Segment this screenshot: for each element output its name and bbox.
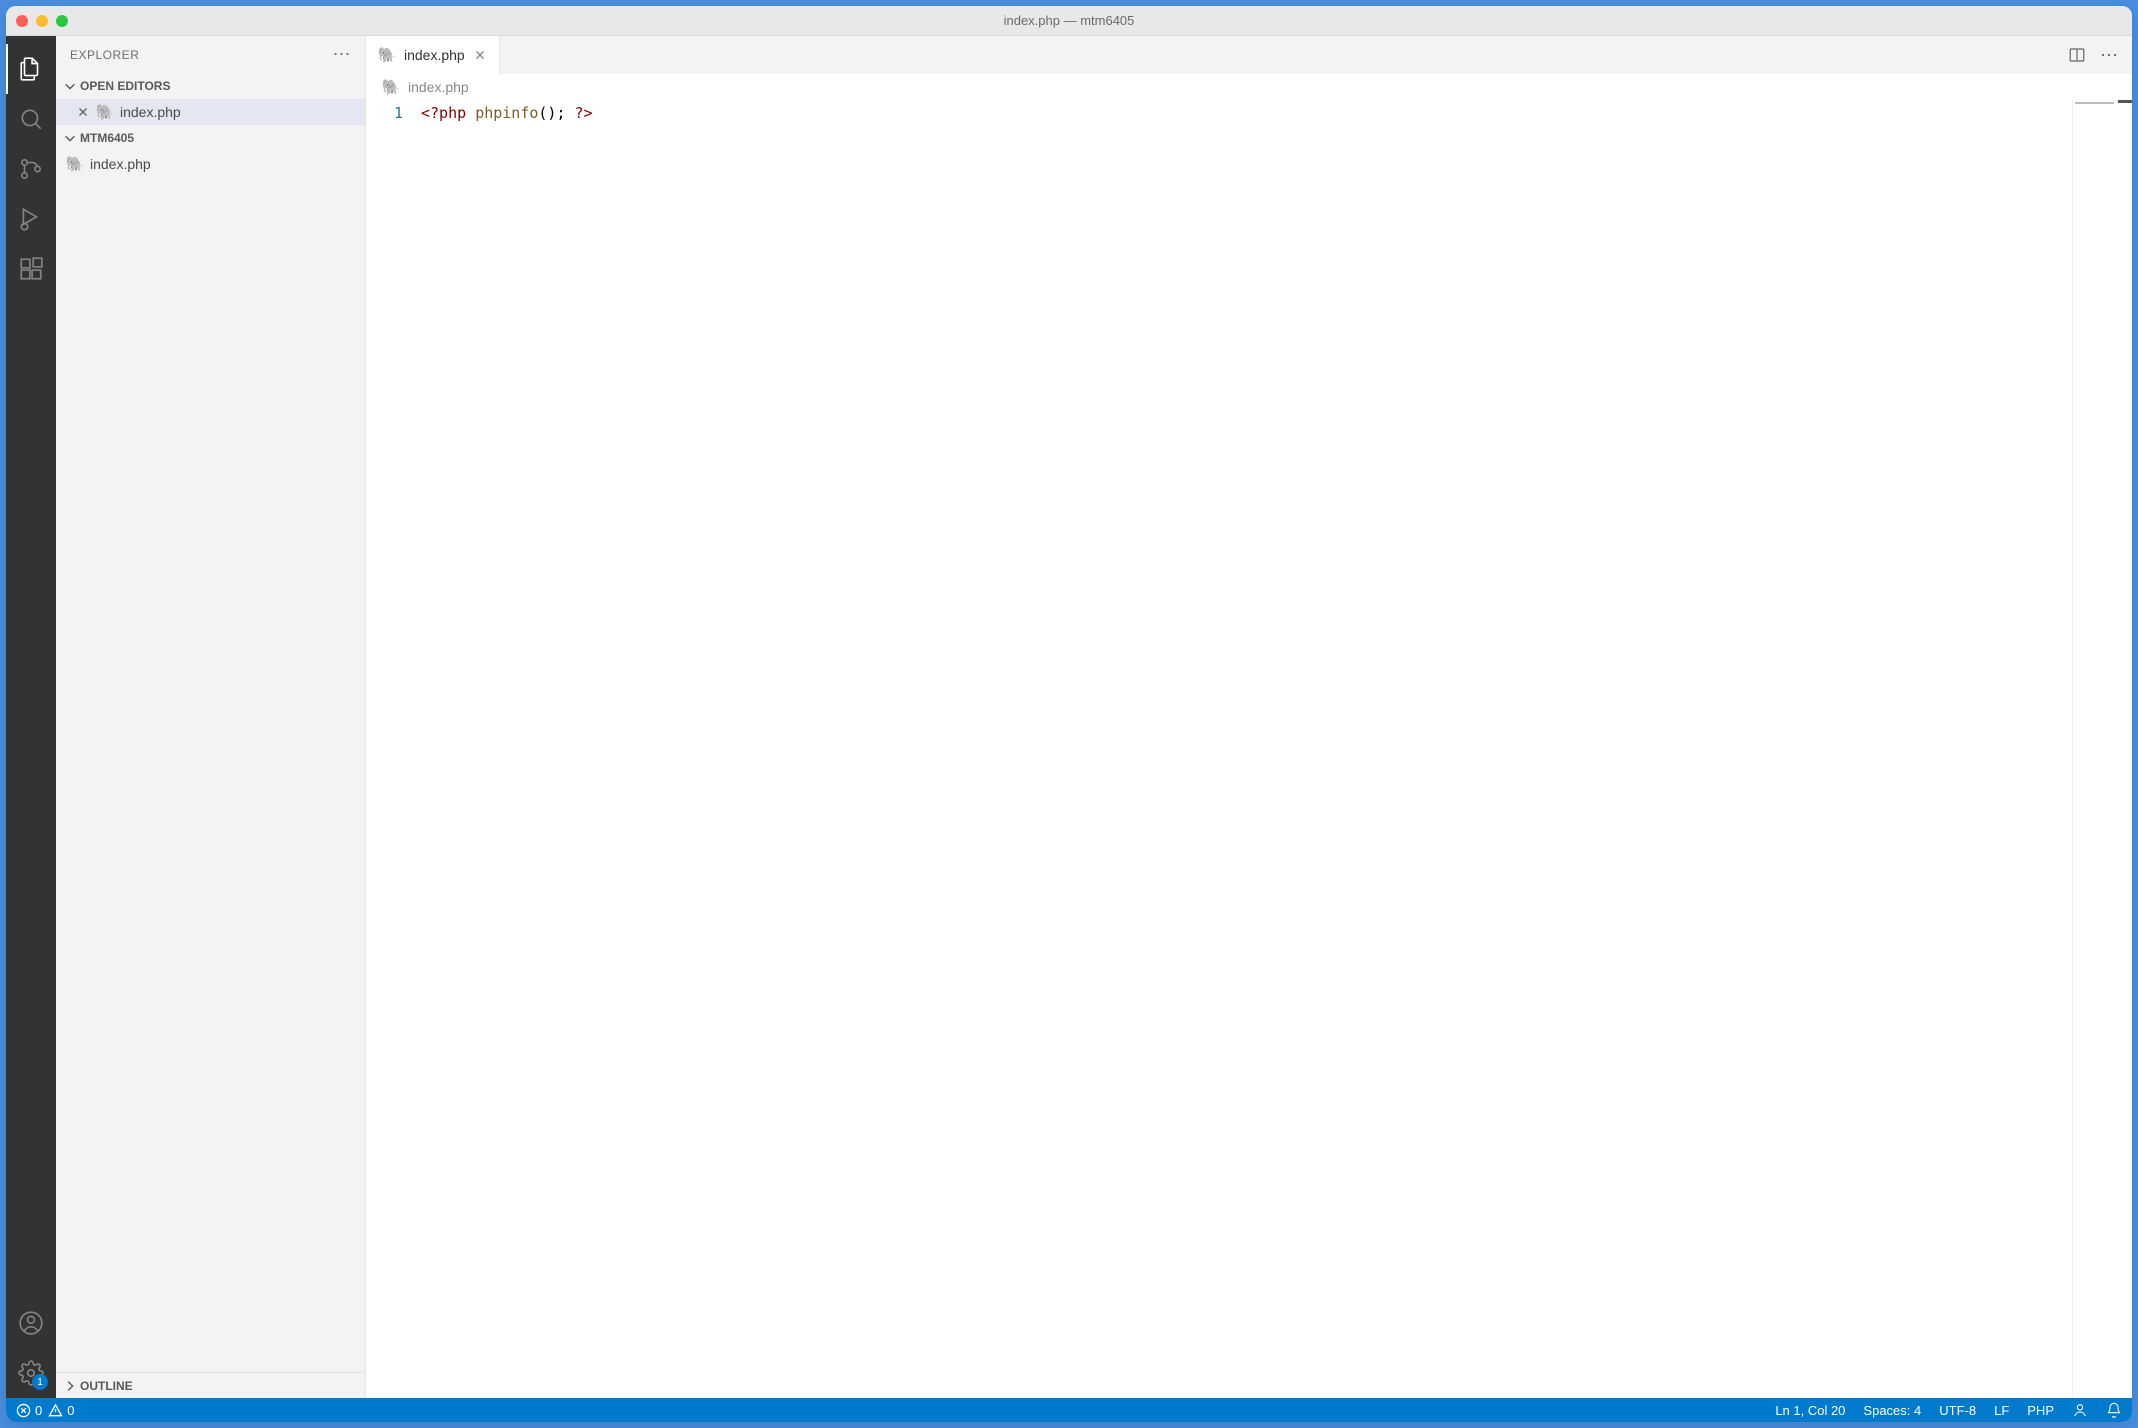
editor-more-button[interactable]: ⋯ <box>2100 45 2118 66</box>
statusbar: 0 0 Ln 1, Col 20 Spaces: 4 UTF-8 LF PHP <box>6 1398 2132 1422</box>
outline-header[interactable]: OUTLINE <box>56 1372 365 1398</box>
extensions-icon <box>18 256 44 282</box>
errors-count: 0 <box>35 1403 42 1418</box>
search-icon <box>18 106 44 132</box>
status-spaces[interactable]: Spaces: 4 <box>1863 1403 1921 1418</box>
workspace-header[interactable]: MTM6405 <box>56 125 365 151</box>
activity-source-control[interactable] <box>6 144 56 194</box>
close-window-button[interactable] <box>16 15 28 27</box>
close-editor-button[interactable] <box>76 105 90 119</box>
settings-badge: 1 <box>32 1374 48 1390</box>
feedback-icon <box>2072 1402 2088 1418</box>
source-control-icon <box>18 156 44 182</box>
tab-index-php[interactable]: 🐘 index.php <box>366 36 500 74</box>
overview-ruler-mark <box>2118 100 2132 103</box>
open-editors-label: OPEN EDITORS <box>80 79 170 93</box>
maximize-window-button[interactable] <box>56 15 68 27</box>
split-editor-button[interactable] <box>2068 46 2086 64</box>
status-cursor[interactable]: Ln 1, Col 20 <box>1775 1403 1845 1418</box>
editor-area: 🐘 index.php ⋯ 🐘 index.php <box>366 36 2132 1398</box>
editor-actions: ⋯ <box>2054 36 2132 74</box>
status-eol[interactable]: LF <box>1994 1403 2009 1418</box>
minimize-window-button[interactable] <box>36 15 48 27</box>
open-editor-item[interactable]: 🐘 index.php <box>56 99 365 125</box>
php-file-icon: 🐘 <box>382 81 400 93</box>
account-icon <box>18 1310 44 1336</box>
sidebar-more-button[interactable]: ⋯ <box>333 44 352 65</box>
warning-icon <box>48 1403 63 1418</box>
breadcrumb-item[interactable]: index.php <box>408 79 469 95</box>
tab-label: index.php <box>404 47 465 63</box>
workbench: 1 EXPLORER ⋯ OPEN EDITORS 🐘 index.php <box>6 36 2132 1398</box>
activity-explorer[interactable] <box>6 44 56 94</box>
line-number: 1 <box>366 102 403 124</box>
status-problems[interactable]: 0 0 <box>16 1403 74 1418</box>
activity-search[interactable] <box>6 94 56 144</box>
activity-extensions[interactable] <box>6 244 56 294</box>
tab-close-button[interactable] <box>473 48 487 62</box>
error-icon <box>16 1403 31 1418</box>
line-gutter: 1 <box>366 100 421 1398</box>
php-file-icon: 🐘 <box>378 49 396 61</box>
php-close-tag: ?> <box>575 104 593 122</box>
minimap[interactable] <box>2072 100 2132 1398</box>
warnings-count: 0 <box>67 1403 74 1418</box>
outline-label: OUTLINE <box>80 1379 133 1393</box>
status-notifications-button[interactable] <box>2106 1402 2122 1418</box>
php-open-tag: <?php <box>421 104 466 122</box>
run-debug-icon <box>18 206 44 232</box>
file-tree: 🐘 index.php <box>56 151 365 1372</box>
activity-run-debug[interactable] <box>6 194 56 244</box>
sidebar: EXPLORER ⋯ OPEN EDITORS 🐘 index.php <box>56 36 366 1398</box>
call-punctuation: (); <box>538 104 565 122</box>
php-file-icon: 🐘 <box>66 158 84 170</box>
tabs-bar: 🐘 index.php ⋯ <box>366 36 2132 74</box>
bell-icon <box>2106 1402 2122 1418</box>
status-encoding[interactable]: UTF-8 <box>1939 1403 1976 1418</box>
titlebar[interactable]: index.php — mtm6405 <box>6 6 2132 36</box>
window-title: index.php — mtm6405 <box>1004 13 1135 28</box>
app-window: index.php — mtm6405 <box>6 6 2132 1422</box>
activity-accounts[interactable] <box>6 1298 56 1348</box>
sidebar-title-row: EXPLORER ⋯ <box>56 36 365 73</box>
status-feedback-button[interactable] <box>2072 1402 2088 1418</box>
file-name: index.php <box>90 156 151 172</box>
file-tree-item[interactable]: 🐘 index.php <box>56 151 365 177</box>
chevron-down-icon <box>62 131 78 145</box>
workspace-label: MTM6405 <box>80 131 134 145</box>
minimap-content <box>2075 102 2114 104</box>
status-language[interactable]: PHP <box>2027 1403 2054 1418</box>
code-area[interactable]: <?php phpinfo(); ?> <box>421 100 2072 1398</box>
chevron-right-icon <box>62 1379 78 1393</box>
chevron-down-icon <box>62 79 78 93</box>
editor-content[interactable]: 1 <?php phpinfo(); ?> <box>366 100 2132 1398</box>
traffic-lights <box>16 15 68 27</box>
activity-settings[interactable]: 1 <box>6 1348 56 1398</box>
open-editors-header[interactable]: OPEN EDITORS <box>56 73 365 99</box>
php-file-icon: 🐘 <box>96 106 114 118</box>
open-editor-name: index.php <box>120 104 181 120</box>
files-icon <box>18 56 44 82</box>
function-call: phpinfo <box>475 104 538 122</box>
breadcrumbs[interactable]: 🐘 index.php <box>366 74 2132 100</box>
activity-bar: 1 <box>6 36 56 1398</box>
sidebar-title: EXPLORER <box>70 48 139 62</box>
